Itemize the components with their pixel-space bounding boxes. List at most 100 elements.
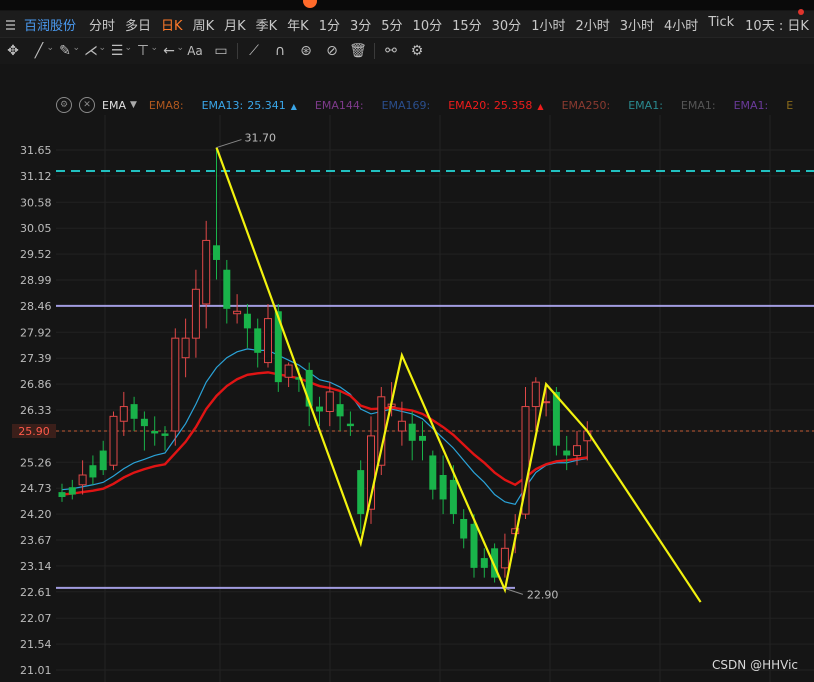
candle-body [449,479,457,515]
candle-body [264,318,272,364]
timeframe-tab[interactable]: 30分 [487,15,527,34]
y-tick-label: 22.07 [20,612,52,625]
y-tick-label: 23.67 [20,534,52,547]
hide-icon[interactable]: ⊘ [319,40,345,62]
trash-icon[interactable]: 🗑 [345,40,371,62]
current-price-label: 25.90 [18,424,50,438]
timeframe-tab[interactable]: 3分 [345,15,376,34]
ema-label: EMA1: [733,98,769,112]
fib-icon[interactable]: ☰ [104,40,132,62]
y-tick-label: 23.14 [20,560,52,573]
ema-label: EMA13: [201,98,244,112]
candle-body [397,420,406,432]
stock-name-button[interactable]: 百润股份 [0,15,84,34]
candle-body [336,404,344,417]
candle-body [58,492,66,497]
y-tick-label: 31.65 [20,144,52,157]
candle-body [254,328,262,353]
timeframe-tab[interactable]: 日K [156,15,188,34]
candle-body [460,518,468,539]
timeframe-tab[interactable]: 15分 [447,15,487,34]
candle-body [213,245,220,260]
candle-body [161,433,169,436]
candle-body [78,474,87,486]
timeframe-tab[interactable]: Tick [703,15,739,34]
timeframe-tab[interactable]: 年K [282,15,314,34]
indicator-name[interactable]: EMA [102,99,126,112]
timeframe-tab[interactable]: 4小时 [659,15,703,34]
timeframe-tab[interactable]: 1小时 [526,15,570,34]
settings-icon[interactable]: ⚙ [404,40,430,62]
link-icon[interactable]: ⚯ [378,40,404,62]
price-chart[interactable]: 31.65 31.12 30.58 30.05 29.52 28.99 28.46 27.92… [0,115,814,682]
candle-body [202,239,211,305]
y-tick-label: 30.58 [20,196,52,209]
timeframe-tab[interactable]: 分时 [84,15,120,34]
ema-legend-item: EMA8: [149,99,184,112]
y-tick-label: 28.99 [20,274,52,287]
candle-body [377,396,386,466]
candle-body [573,445,581,456]
period-selector[interactable]: 10天 : 日K [745,15,809,34]
timeframe-tab[interactable]: 10分 [408,15,448,34]
ema20-line [61,371,588,496]
timeframe-toolbar: 百润股份 分时 多日 日K 周K 月K 季K 年K 1分 3分 5分 10分 15分 30分 1小时 2小时… [0,9,814,38]
arrow-icon[interactable]: ← [156,40,184,62]
measure-icon[interactable]: ⊤ [130,40,158,62]
move-icon[interactable]: ✥ [0,40,26,62]
candle-body [68,487,76,495]
comment-icon[interactable]: ▭ [208,40,234,62]
y-tick-label: 26.33 [20,404,52,417]
pattern-icon[interactable]: ⋌ [78,40,106,62]
line-icon[interactable]: ╱ [26,40,54,62]
current-price-tag: 25.90 [12,424,56,438]
eye-icon[interactable]: ⊛ [293,40,319,62]
candle-body [233,310,242,315]
ema-legend-item: EMA20: 25.358 ▲ [448,99,543,112]
indicator-close-icon[interactable]: ✕ [79,97,95,113]
candle-body [109,415,118,466]
y-tick-label: 27.92 [20,326,52,339]
candle-body [325,391,334,412]
timeframe-tab[interactable]: 多日 [120,15,156,34]
candle-body [284,364,293,378]
timeframe-tab[interactable]: 2小时 [570,15,614,34]
indicator-settings-icon[interactable]: ⚙ [56,97,72,113]
candle-body [99,450,107,471]
magnet-icon[interactable]: ∩ [267,40,293,62]
ema-legend-item: E [786,99,793,112]
y-tick-label: 27.39 [20,352,52,365]
y-tick-label: 24.20 [20,508,52,521]
timeframe-tab[interactable]: 3小时 [615,15,659,34]
drawing-toolbar: ✥ ╱ ✎ ⋌ ☰ ⊤ ← Aa ▭ ⟋ ∩ ⊛ ⊘ 🗑 ⚯ ⚙ [0,38,814,64]
candle-body [480,558,488,568]
ruler-icon[interactable]: ⟋ [241,40,267,62]
ema-label: EMA8: [148,98,184,112]
toolbar-divider [237,43,238,59]
candle-body [470,523,478,568]
ema-up-arrow-icon: ▲ [290,101,297,111]
ema-value: 25.358 [493,98,533,112]
timeframe-tab[interactable]: 5分 [376,15,407,34]
candle-body [408,423,416,441]
timeframe-tab[interactable]: 季K [251,15,283,34]
candle-body [346,423,354,427]
candle-body [130,404,138,419]
candle-body [439,475,447,500]
ema-legend-item: EMA1: [681,99,716,112]
timeframe-tab[interactable]: 周K [188,15,220,34]
candle-body [151,431,159,434]
pen-icon[interactable]: ✎ [52,40,80,62]
ema-label: E [786,98,794,112]
notification-dot-icon [798,9,804,15]
ema-legend-item: EMA144: [315,99,364,112]
y-tick-label: 28.46 [20,300,52,313]
y-tick-label: 24.73 [20,482,52,495]
text-icon[interactable]: Aa [182,40,208,62]
candle-body [191,288,200,339]
timeframe-tab[interactable]: 月K [219,15,251,34]
ema-legend-item: EMA169: [382,99,431,112]
ema-label: EMA1: [680,98,716,112]
chevron-down-icon[interactable]: ▼ [130,100,137,110]
timeframe-tab[interactable]: 1分 [314,15,345,34]
